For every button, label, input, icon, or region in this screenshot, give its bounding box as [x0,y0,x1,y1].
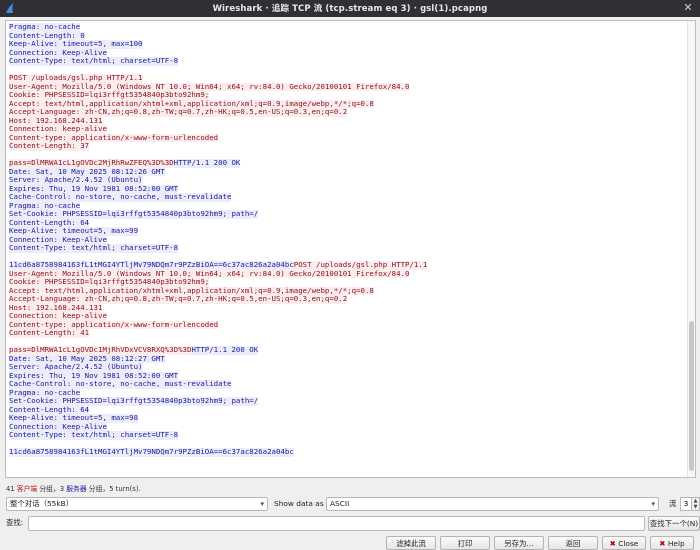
close-button[interactable]: ✖ Close [602,536,646,550]
close-icon[interactable]: ✕ [681,1,695,15]
server-text: Content-Type: text/html; charset=UTF-8 [9,56,179,66]
chevron-down-icon: ▾ [651,500,655,508]
stream-line: Accept-Language: zh-CN,zh;q=0.8,zh-TW;q=… [9,294,685,304]
filter-out-button[interactable]: 滤掉此流 [386,536,436,550]
print-button[interactable]: 打印 [440,536,490,550]
client-text: Content-Length: 41 [9,328,90,338]
client-text: Content-Length: 37 [9,141,90,151]
stats-mid2: 分组，5 turn(s). [86,485,141,493]
stream-line: Host: 192.168.244.131 [9,303,685,312]
show-data-as-value: ASCII [330,499,350,508]
conversation-select-value: 整个对话（55kB） [10,499,74,508]
stream-line: 11cd6a8758984163fL1tMGI4YTljMv79NDQm7r9P… [9,447,685,457]
back-button[interactable]: 返回 [548,536,598,550]
stream-line: Keep-Alive: timeout=5, max=99 [9,226,685,236]
stream-label: 流 [669,499,677,508]
server-text: Content-Type: text/html; charset=UTF-8 [9,430,179,440]
options-row: 整个对话（55kB） ▾ Show data as ASCII ▾ 流 3 ▲ ▼ [0,496,700,512]
stream-line: Content-type: application/x-www-form-url… [9,320,685,329]
stream-stepper[interactable]: ▲ ▼ [691,497,700,511]
find-input[interactable] [28,516,645,531]
find-label: 查找: [6,518,24,527]
stream-line: Content-Length: 37 [9,141,685,151]
stream-line: Accept-Language: zh-CN,zh;q=0.8,zh-TW;q=… [9,107,685,117]
stream-line: Pragma: no-cache [9,22,685,32]
stream-line: Keep-Alive: timeout=5, max=98 [9,413,685,423]
find-row: 查找: 查找下一个(N) [0,515,700,531]
stream-line: Content-Type: text/html; charset=UTF-8 [9,56,685,66]
stream-line: Content-Length: 41 [9,328,685,338]
scrollbar-thumb[interactable] [689,321,694,471]
server-text: HTTP/1.1 200 OK [191,345,259,355]
server-text: Content-Type: text/html; charset=UTF-8 [9,243,179,253]
conversation-select[interactable]: 整个对话（55kB） ▾ [6,497,268,511]
stream-line: Content-Type: text/html; charset=UTF-8 [9,430,685,440]
stream-line: Host: 192.168.244.131 [9,116,685,125]
stream-line: Content-Type: text/html; charset=UTF-8 [9,243,685,253]
stream-line: Set-Cookie: PHPSESSID=lqi3rffgt5354840p3… [9,396,685,406]
stream-line: Keep-Alive: timeout=5, max=100 [9,39,685,49]
stream-line: Cache-Control: no-store, no-cache, must-… [9,379,685,389]
server-text: HTTP/1.1 200 OK [173,158,241,168]
window-titlebar: Wireshark · 追踪 TCP 流 (tcp.stream eq 3) ·… [0,0,700,17]
show-data-as-label: Show data as [274,499,324,508]
stream-line: Content-type: application/x-www-form-url… [9,133,685,142]
button-row: 滤掉此流 打印 另存为… 返回 ✖ Close ✖ Help [0,535,700,550]
chevron-down-icon: ▾ [260,500,264,508]
help-button[interactable]: ✖ Help [650,536,694,550]
vertical-scrollbar[interactable] [687,21,695,477]
stats-mid1: 分组，3 [37,485,67,493]
server-label: 服务器 [66,485,87,493]
client-label: 客户端 [16,485,38,493]
stream-line: Cache-Control: no-store, no-cache, must-… [9,192,685,202]
stream-stats: 41 客户端 分组，3 服务器 分组，5 turn(s). [6,483,141,493]
server-text: 11cd6a8758984163fL1tMGI4YTljMv79NDQm7r9P… [9,447,294,457]
stream-line: Set-Cookie: PHPSESSID=lqi3rffgt5354840p3… [9,209,685,219]
show-data-as-select[interactable]: ASCII ▾ [326,497,659,511]
stream-lines: Pragma: no-cache Content-Length: 0 Keep-Al… [9,22,685,457]
stats-count: 41 [6,485,17,493]
find-next-button[interactable]: 查找下一个(N) [648,516,700,531]
window-title: Wireshark · 追踪 TCP 流 (tcp.stream eq 3) ·… [212,4,488,14]
stream-content-pane[interactable]: Pragma: no-cache Content-Length: 0 Keep-Al… [5,20,696,478]
save-as-button[interactable]: 另存为… [494,536,544,550]
